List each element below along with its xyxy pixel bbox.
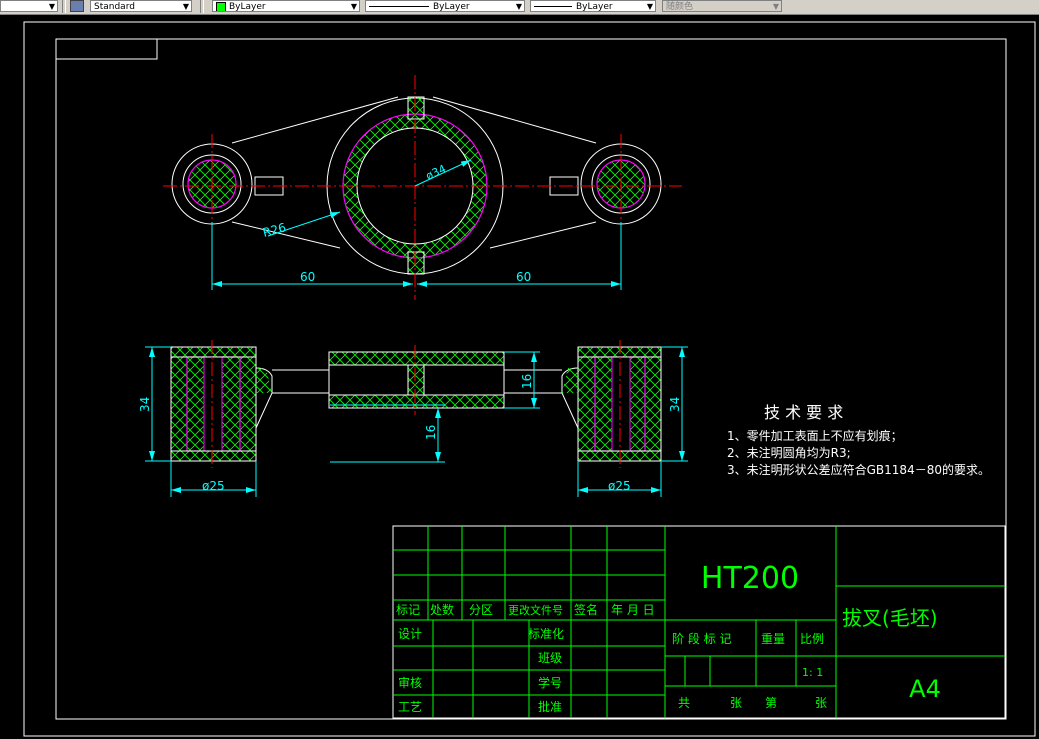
tech-requirement-3: 3、未注明形状公差应符合GB1184－80的要求。 xyxy=(727,462,990,477)
stage-label: 阶 段 标 记 xyxy=(672,631,731,646)
rev-header-mark: 标记 xyxy=(396,603,420,617)
sheet-number-unit: 张 xyxy=(815,696,827,710)
chevron-down-icon: ▼ xyxy=(772,2,779,11)
toolbar-dropdown-partial[interactable]: ▼ xyxy=(0,0,58,12)
title-block: HT200 拔叉(毛坯) A4 标记 处数 分区 更改文件号 签名 年 月 日 … xyxy=(392,525,1006,719)
sheets-unit-label: 张 xyxy=(730,696,742,710)
properties-toolbar: ▼ Standard ▼ ByLayer ▼ ByLayer ▼ ByLayer ▼ 随… xyxy=(0,0,1039,15)
linetype-dropdown[interactable]: ByLayer ▼ xyxy=(365,0,525,12)
dim-radius: R26 xyxy=(261,220,287,240)
role-approval: 批准 xyxy=(538,699,562,714)
chevron-down-icon: ▼ xyxy=(182,2,189,11)
dim-rib-thickness: 16 xyxy=(424,425,438,440)
sheet-number-label: 第 xyxy=(765,696,777,710)
rev-header-change-doc: 更改文件号 xyxy=(508,603,563,617)
text-style-value: Standard xyxy=(94,2,135,12)
role-student-id: 学号 xyxy=(538,675,562,690)
weight-label: 重量 xyxy=(761,632,785,646)
linetype-value: ByLayer xyxy=(433,2,470,12)
material-label: HT200 xyxy=(701,561,799,596)
dim-boss-dia-right: ø25 xyxy=(608,479,631,493)
rev-header-zone: 分区 xyxy=(469,603,493,617)
dim-web-height: 16 xyxy=(520,374,534,389)
text-style-icon[interactable] xyxy=(70,0,84,12)
rev-header-date: 年 月 日 xyxy=(611,603,655,617)
sheets-total-label: 共 xyxy=(678,696,690,710)
top-view: ø34 R26 60 60 xyxy=(163,75,682,300)
rev-header-signature: 签名 xyxy=(574,602,598,617)
scale-value: 1: 1 xyxy=(802,666,823,679)
tech-requirements: 技 术 要 求 1、零件加工表面上不应有划痕； 2、未注明圆角均为R3; 3、未… xyxy=(727,403,990,477)
tech-requirements-title: 技 术 要 求 xyxy=(764,403,843,422)
sheet-size: A4 xyxy=(909,675,941,703)
role-standardization: 标准化 xyxy=(528,627,564,641)
role-review: 审核 xyxy=(398,675,422,690)
lineweight-sample-icon xyxy=(534,6,572,7)
text-style-dropdown[interactable]: Standard ▼ xyxy=(90,0,192,12)
tech-requirement-1: 1、零件加工表面上不应有划痕； xyxy=(727,428,903,443)
drawing-canvas[interactable]: ø34 R26 60 60 34 34 16 16 ø25 ø25 技 术 要 … xyxy=(0,15,1039,739)
linetype-sample-icon xyxy=(369,6,429,7)
role-design: 设计 xyxy=(398,627,422,641)
plot-style-dropdown[interactable]: 随颜色 ▼ xyxy=(662,0,782,12)
color-value: ByLayer xyxy=(229,2,266,12)
role-class: 班级 xyxy=(538,651,562,665)
chevron-down-icon: ▼ xyxy=(515,2,522,11)
dim-height-right: 34 xyxy=(668,397,682,412)
toolbar-separator xyxy=(200,0,204,13)
dim-right-spacing: 60 xyxy=(516,270,531,284)
tech-requirement-2: 2、未注明圆角均为R3; xyxy=(727,445,851,460)
dim-height-left: 34 xyxy=(138,397,152,412)
toolbar-separator xyxy=(62,0,66,13)
part-name: 拔叉(毛坯) xyxy=(842,606,938,630)
lineweight-value: ByLayer xyxy=(576,2,613,12)
chevron-down-icon: ▼ xyxy=(48,2,55,11)
ratio-label: 比例 xyxy=(800,632,824,646)
dim-boss-dia-left: ø25 xyxy=(202,479,225,493)
role-process: 工艺 xyxy=(398,700,422,714)
lineweight-dropdown[interactable]: ByLayer ▼ xyxy=(530,0,656,12)
plot-style-value: 随颜色 xyxy=(666,2,694,12)
frame-corner-label-box xyxy=(55,38,158,60)
chevron-down-icon: ▼ xyxy=(646,2,653,11)
rev-header-count: 处数 xyxy=(430,602,454,617)
color-swatch-icon xyxy=(216,1,226,11)
section-view: 34 34 16 16 ø25 ø25 xyxy=(138,340,688,497)
chevron-down-icon: ▼ xyxy=(350,2,357,11)
color-dropdown[interactable]: ByLayer ▼ xyxy=(212,0,360,12)
dim-left-spacing: 60 xyxy=(300,270,315,284)
